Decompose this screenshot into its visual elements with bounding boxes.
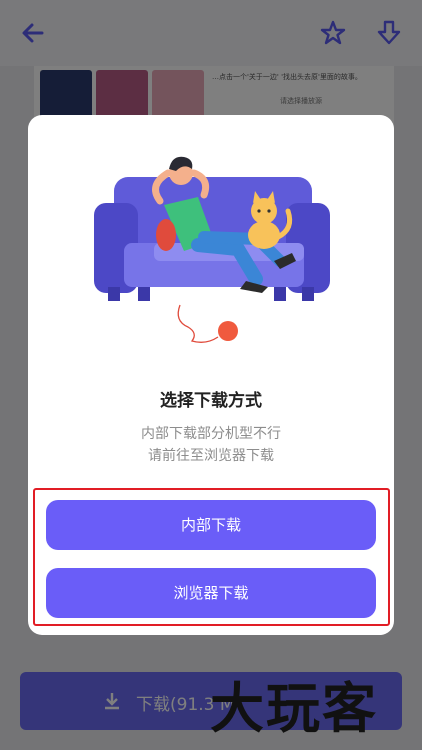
internal-download-button[interactable]: 内部下载 <box>46 500 376 550</box>
dialog-title: 选择下载方式 <box>160 391 262 411</box>
browser-download-button[interactable]: 浏览器下载 <box>46 568 376 618</box>
dialog-subtitle-line2: 请前往至浏览器下载 <box>148 448 274 464</box>
watermark-logo: 大玩客 <box>210 677 378 740</box>
sofa-illustration <box>88 145 338 380</box>
dialog-subtitle-line1: 内部下载部分机型不行 <box>141 426 281 442</box>
